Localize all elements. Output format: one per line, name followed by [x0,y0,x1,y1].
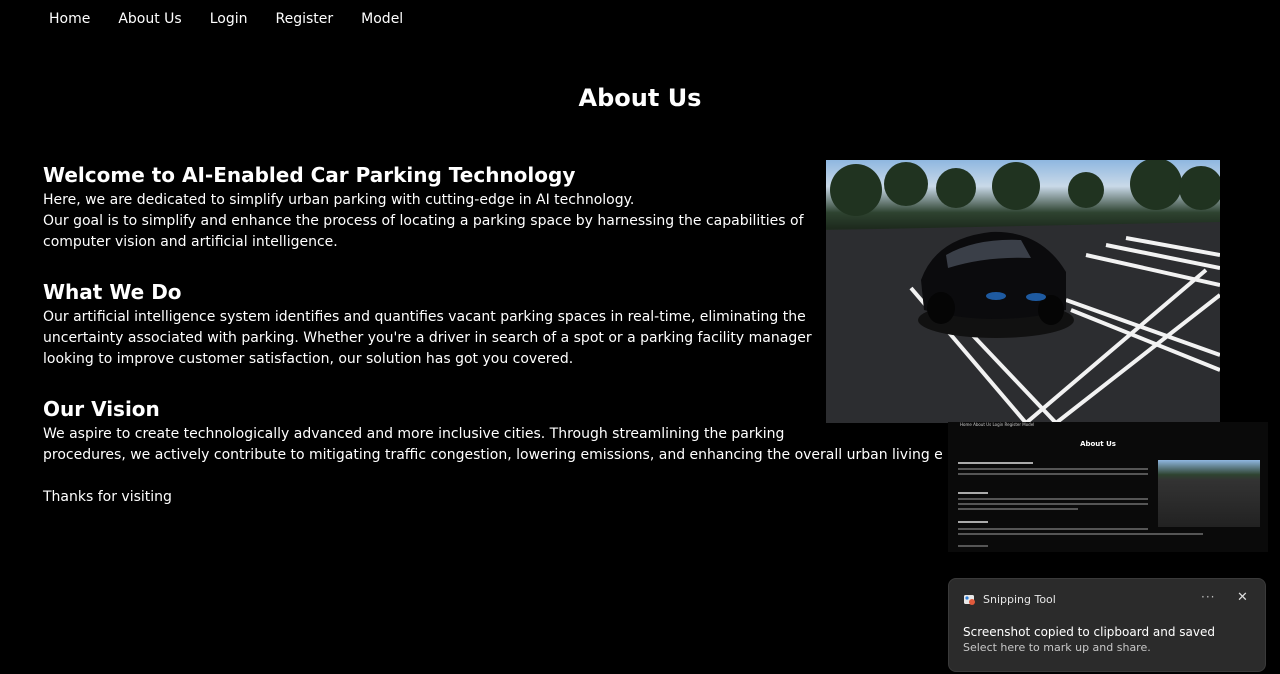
thanks-text: Thanks for visiting [43,489,172,505]
more-options-button[interactable]: ··· [1201,590,1215,604]
nav-about-link[interactable]: About Us [118,11,181,27]
welcome-line-2: Our goal is to simplify and enhance the … [43,213,804,250]
thumbnail-line [958,528,1148,530]
thumbnail-line [958,508,1078,510]
close-button[interactable]: ✕ [1237,590,1248,605]
thumbnail-title: About Us [1080,440,1116,448]
top-nav: Home About Us Login Register Model [0,0,403,38]
thumbnail-line [958,503,1148,505]
thumbnail-line [958,533,1203,535]
nav-home-link[interactable]: Home [49,11,90,27]
vision-line-1: We aspire to create technologically adva… [43,426,785,442]
thumbnail-line [958,468,1148,470]
about-content: Welcome to AI-Enabled Car Parking Techno… [43,160,943,508]
thumbnail-line [958,462,1033,464]
nav-register-link[interactable]: Register [276,11,334,27]
vision-heading: Our Vision [43,397,160,421]
thumbnail-line [958,473,1148,475]
thumbnail-line [958,492,988,494]
thumbnail-line [958,545,988,547]
notification-subtitle: Select here to mark up and share. [963,641,1151,654]
what-we-do-heading: What We Do [43,280,182,304]
thumbnail-line [958,498,1148,500]
nav-model-link[interactable]: Model [361,11,403,27]
vision-line-2: procedures, we actively contribute to mi… [43,447,943,463]
snipping-tool-icon [964,595,975,605]
thumbnail-image [1158,460,1260,527]
thumbnail-nav: Home About Us Login Register Model [960,422,1035,427]
welcome-heading: Welcome to AI-Enabled Car Parking Techno… [43,163,576,187]
notification-title: Screenshot copied to clipboard and saved [963,625,1215,639]
what-we-do-body: Our artificial intelligence system ident… [43,309,812,367]
nav-login-link[interactable]: Login [210,11,248,27]
page-title: About Us [578,84,702,112]
snipping-tool-notification[interactable]: Snipping Tool ··· ✕ Screenshot copied to… [948,578,1266,672]
thumbnail-line [958,521,988,523]
app-name: Snipping Tool [983,593,1056,606]
parking-lot-car-photo [826,160,1220,423]
screenshot-preview-thumbnail[interactable]: Home About Us Login Register Model About… [948,422,1268,552]
welcome-line-1: Here, we are dedicated to simplify urban… [43,192,635,208]
